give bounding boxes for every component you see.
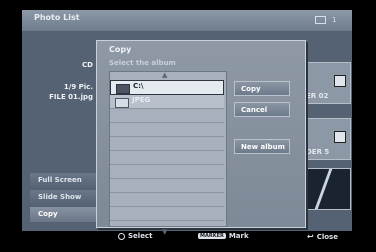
new-album-button[interactable]: New album bbox=[234, 139, 290, 154]
cancel-button[interactable]: Cancel bbox=[234, 102, 290, 117]
thumbnail-label: ER 02 bbox=[306, 92, 329, 100]
footer-mark: MARKER Mark bbox=[198, 232, 249, 240]
thumbnail-3[interactable] bbox=[303, 168, 351, 210]
menu-item-full-screen[interactable]: Full Screen bbox=[30, 173, 100, 188]
list-row-empty bbox=[110, 109, 224, 123]
thumbnail-2[interactable]: DER 5 bbox=[303, 118, 351, 160]
thumbnail-label: DER 5 bbox=[306, 148, 330, 156]
album-item-root[interactable]: C:\ bbox=[110, 80, 224, 95]
list-row-empty bbox=[110, 207, 224, 221]
return-icon: ↩ bbox=[307, 232, 314, 241]
footer-mark-label: Mark bbox=[228, 232, 249, 240]
footer-close-label: Close bbox=[316, 232, 338, 241]
list-row-empty bbox=[110, 165, 224, 179]
list-row-empty bbox=[110, 123, 224, 137]
footer-select: Select bbox=[118, 232, 152, 240]
scroll-down-icon[interactable]: ▼ bbox=[162, 228, 167, 236]
dialog-title: Copy bbox=[109, 45, 132, 54]
list-row-empty bbox=[110, 193, 224, 207]
thumbnail-1[interactable]: ER 02 bbox=[303, 62, 351, 104]
disc-type: CD bbox=[82, 61, 93, 69]
album-list[interactable]: ▲ C:\ JPEG ▼ bbox=[109, 71, 227, 236]
folder-icon bbox=[116, 84, 130, 94]
menu-item-slide-show[interactable]: Slide Show bbox=[30, 190, 100, 205]
picture-count: 1/9 Pic. bbox=[63, 83, 93, 91]
side-menu: Full Screen Slide Show Copy bbox=[30, 173, 100, 224]
screen: Photo List 1 CD 1/9 Pic. FILE 01.jpg ER … bbox=[0, 0, 376, 252]
marker-badge: MARKER bbox=[198, 233, 226, 239]
menu-item-copy[interactable]: Copy bbox=[30, 207, 100, 222]
file-name: FILE 01.jpg bbox=[49, 93, 93, 101]
footer-close: ↩ Close bbox=[307, 232, 338, 241]
counter-value: 1 bbox=[332, 15, 337, 24]
footer-select-label: Select bbox=[128, 232, 153, 240]
disc-counter: 1 bbox=[315, 13, 351, 26]
album-item-label: JPEG bbox=[132, 96, 151, 104]
scroll-up-icon[interactable]: ▲ bbox=[162, 71, 167, 79]
list-row-empty bbox=[110, 179, 224, 193]
photo-image bbox=[314, 169, 333, 209]
album-item-label: C:\ bbox=[133, 82, 144, 90]
list-row-empty bbox=[110, 151, 224, 165]
folder-icon bbox=[334, 75, 346, 87]
album-item-jpeg[interactable]: JPEG bbox=[110, 95, 224, 109]
copy-button[interactable]: Copy bbox=[234, 81, 290, 96]
list-row-empty bbox=[110, 137, 224, 151]
copy-dialog: Copy Select the album ▲ C:\ JPEG ▼ Copy … bbox=[96, 40, 306, 236]
footer bbox=[22, 231, 352, 245]
disc-icon bbox=[315, 15, 326, 24]
folder-icon bbox=[334, 131, 346, 143]
dialog-subtitle: Select the album bbox=[109, 59, 176, 67]
select-circle-icon bbox=[118, 232, 125, 240]
page-title: Photo List bbox=[34, 13, 80, 22]
folder-icon bbox=[115, 98, 129, 108]
